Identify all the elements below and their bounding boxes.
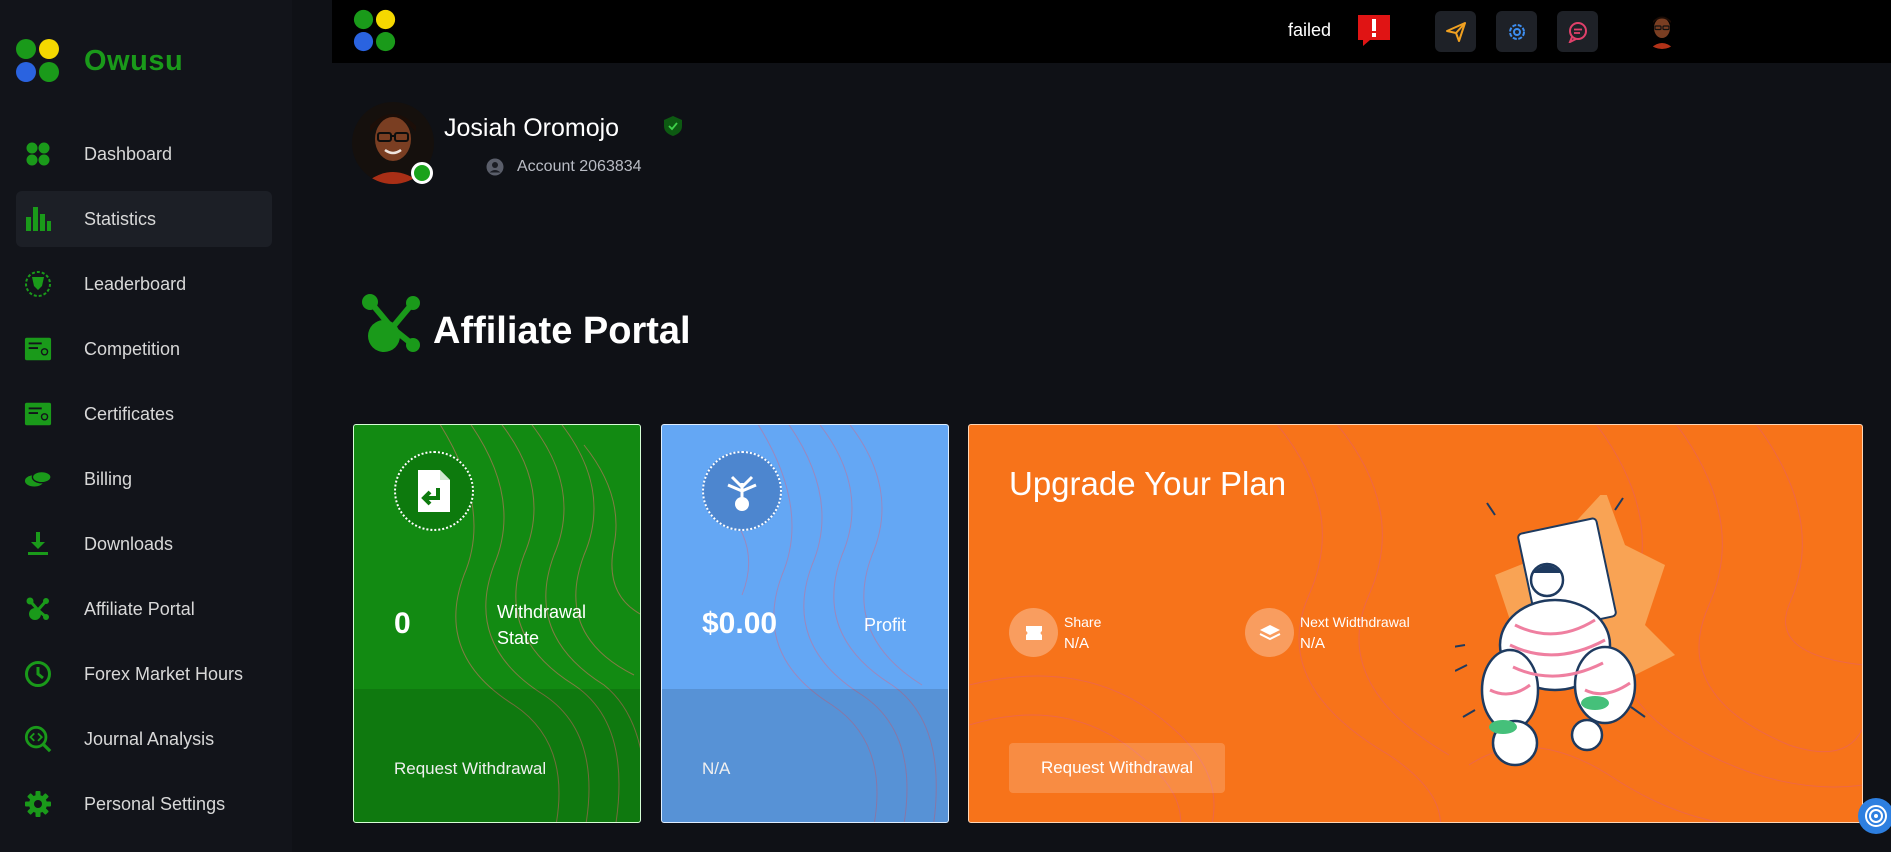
- network-icon: [360, 292, 424, 361]
- share-label: Share: [1064, 613, 1102, 630]
- sidebar-item-label: Dashboard: [84, 143, 173, 164]
- bar-chart-icon: [24, 205, 52, 233]
- network-icon: [24, 595, 52, 623]
- withdrawal-count: 0: [394, 607, 411, 640]
- sidebar-item-label: Downloads: [84, 533, 174, 554]
- profit-footer: N/A: [702, 759, 731, 778]
- gear-icon: [24, 790, 52, 818]
- logo-icon: [16, 39, 59, 82]
- card-footer-band: [662, 689, 948, 822]
- upgrade-plan-card: Upgrade Your Plan Share N/A Next Widthdr…: [968, 424, 1863, 823]
- support-chat-button[interactable]: [1858, 798, 1891, 834]
- download-icon: [24, 530, 52, 558]
- sidebar-nav: Dashboard Statistics Leaderboard Competi…: [16, 126, 272, 841]
- account-icon: [486, 158, 504, 181]
- top-bar: failed: [332, 0, 1891, 63]
- sidebar-item-journal-analysis[interactable]: Journal Analysis: [16, 711, 272, 767]
- next-withdrawal-value: N/A: [1300, 634, 1326, 652]
- spiral-icon: [1865, 805, 1887, 827]
- share-stat: Share N/A: [1009, 608, 1101, 657]
- chat-icon: [1568, 21, 1587, 43]
- sidebar-item-label: Leaderboard: [84, 273, 187, 294]
- sidebar-item-label: Affiliate Portal: [84, 598, 195, 619]
- sidebar: Owusu Dashboard Statistics Leaderboard C…: [0, 0, 292, 852]
- card-footer-band: [354, 689, 640, 822]
- sidebar-item-leaderboard[interactable]: Leaderboard: [16, 256, 272, 312]
- sidebar-item-downloads[interactable]: Downloads: [16, 516, 272, 572]
- sidebar-item-competition[interactable]: Competition: [16, 321, 272, 377]
- alert-icon[interactable]: [1356, 12, 1392, 53]
- coins-icon: [24, 465, 52, 493]
- profile-name: Josiah Oromojo: [444, 114, 620, 142]
- brand[interactable]: Owusu: [14, 37, 183, 85]
- certificate-icon: [24, 400, 52, 428]
- brand-name: Owusu: [84, 44, 184, 77]
- logo-icon[interactable]: [352, 8, 398, 59]
- sidebar-item-dashboard[interactable]: Dashboard: [16, 126, 272, 182]
- request-withdrawal-button[interactable]: Request Withdrawal: [1009, 743, 1225, 793]
- sidebar-item-label: Certificates: [84, 403, 175, 424]
- chat-button[interactable]: [1557, 11, 1598, 52]
- ticket-icon: [1009, 608, 1058, 657]
- next-withdrawal-label: Next Widthdrawal: [1300, 613, 1410, 630]
- sidebar-item-label: Journal Analysis: [84, 728, 215, 749]
- sidebar-item-billing[interactable]: Billing: [16, 451, 272, 507]
- award-icon: [24, 270, 52, 298]
- delivery-illustration: [1455, 495, 1675, 767]
- verified-badge-icon: [662, 115, 684, 142]
- layers-icon: [1245, 608, 1294, 657]
- connection-status: failed: [1288, 20, 1332, 40]
- sidebar-item-certificates[interactable]: Certificates: [16, 386, 272, 442]
- profit-value: $0.00: [702, 607, 778, 640]
- analysis-icon: [24, 725, 52, 753]
- document-return-icon: [394, 451, 474, 531]
- sidebar-item-personal-settings[interactable]: Personal Settings: [16, 776, 272, 832]
- sidebar-item-label: Billing: [84, 468, 133, 489]
- page-title: Affiliate Portal: [433, 310, 691, 352]
- sidebar-item-label: Statistics: [84, 208, 157, 229]
- share-value: N/A: [1064, 634, 1090, 652]
- sidebar-item-label: Forex Market Hours: [84, 663, 244, 684]
- profit-label: Profit: [864, 615, 907, 635]
- user-avatar[interactable]: [1644, 13, 1680, 49]
- profit-card: $0.00 Profit N/A: [661, 424, 949, 823]
- online-status-indicator: [411, 162, 433, 184]
- dashboard-icon: [24, 140, 52, 168]
- sidebar-item-label: Personal Settings: [84, 793, 226, 814]
- withdrawal-state-label: Withdrawal State: [497, 602, 587, 648]
- settings-button[interactable]: [1496, 11, 1537, 52]
- send-button[interactable]: [1435, 11, 1476, 52]
- profit-plant-icon: [702, 451, 782, 531]
- settings-icon: [1508, 23, 1525, 40]
- send-icon: [1445, 21, 1466, 42]
- upgrade-title: Upgrade Your Plan: [1009, 465, 1287, 502]
- certificate-icon: [24, 335, 52, 363]
- account-number: Account 2063834: [517, 158, 642, 175]
- app-root: Owusu Dashboard Statistics Leaderboard C…: [0, 0, 1891, 852]
- clock-icon: [24, 660, 52, 688]
- sidebar-item-affiliate-portal[interactable]: Affiliate Portal: [16, 581, 272, 637]
- sidebar-item-statistics[interactable]: Statistics: [16, 191, 272, 247]
- request-withdrawal-link[interactable]: Request Withdrawal: [394, 759, 546, 779]
- next-withdrawal-stat: Next Widthdrawal N/A: [1245, 608, 1410, 657]
- withdrawal-card: 0 Withdrawal State Request Withdrawal: [353, 424, 641, 823]
- sidebar-item-forex-market-hours[interactable]: Forex Market Hours: [16, 646, 272, 702]
- sidebar-item-label: Competition: [84, 338, 181, 359]
